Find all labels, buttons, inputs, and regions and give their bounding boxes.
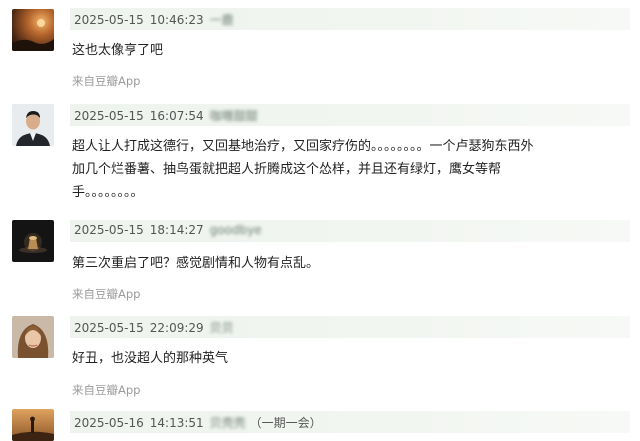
comment-username[interactable]: 贝壳壳 (210, 416, 246, 430)
comment-source: 来自豆瓣App (72, 383, 141, 397)
comment-date: 2025-05-16 (74, 416, 144, 430)
comment-feed: 2025-05-15 10:46:23 一鹿 这也太像亨了吧 来自豆瓣App 202… (0, 0, 640, 441)
comment-text: 第三次重启了吧？感觉剧情和人物有点乱。 (72, 256, 320, 271)
comment-date: 2025-05-15 (74, 223, 144, 237)
comment-source: 来自豆瓣App (72, 287, 141, 301)
sunset-sky-avatar-icon[interactable] (12, 9, 54, 51)
comment-time: 14:13:51 (149, 416, 204, 430)
comment-meta-bar: 2025-05-16 14:13:51 贝壳壳 （一期一会） (70, 411, 630, 433)
comment-text: 好丑，也没超人的那种英气 (72, 351, 229, 366)
comment-username[interactable]: goodbye (210, 223, 262, 237)
comment-time: 18:14:27 (149, 223, 204, 237)
comment-username[interactable]: 一鹿 (210, 13, 234, 27)
comment-time: 10:46:23 (149, 13, 204, 27)
comment-date: 2025-05-15 (74, 321, 144, 335)
comment-username[interactable]: 贝贝 (210, 321, 234, 335)
comment-text: 超人让人打成这德行，又回基地治疗，又回家疗伤的。。。。。。。。一个卢瑟狗东西外加… (72, 139, 534, 200)
comment-meta-bar: 2025-05-15 18:14:27 goodbye (70, 220, 630, 242)
comment-date: 2025-05-15 (74, 13, 144, 27)
comment-time: 16:07:54 (149, 109, 204, 123)
comment-meta-bar: 2025-05-15 10:46:23 一鹿 (70, 8, 630, 30)
woman-portrait-avatar-icon[interactable] (12, 316, 54, 358)
comment-text: 这也太像亨了吧 (72, 43, 164, 58)
dark-lamp-avatar-icon[interactable] (12, 220, 54, 262)
comment-meta-bar: 2025-05-15 22:09:29 贝贝 (70, 316, 630, 338)
comment-source: 来自豆瓣App (72, 74, 141, 88)
silhouette-sunset-avatar-icon[interactable] (12, 409, 54, 441)
comment-username-suffix: （一期一会） (249, 416, 322, 430)
comment-date: 2025-05-15 (74, 109, 144, 123)
comment-time: 22:09:29 (149, 321, 204, 335)
man-in-suit-avatar-icon[interactable] (12, 104, 54, 146)
comment-username[interactable]: 咖喱甜甜 (210, 109, 258, 123)
comment-meta-bar: 2025-05-15 16:07:54 咖喱甜甜 (70, 104, 630, 126)
